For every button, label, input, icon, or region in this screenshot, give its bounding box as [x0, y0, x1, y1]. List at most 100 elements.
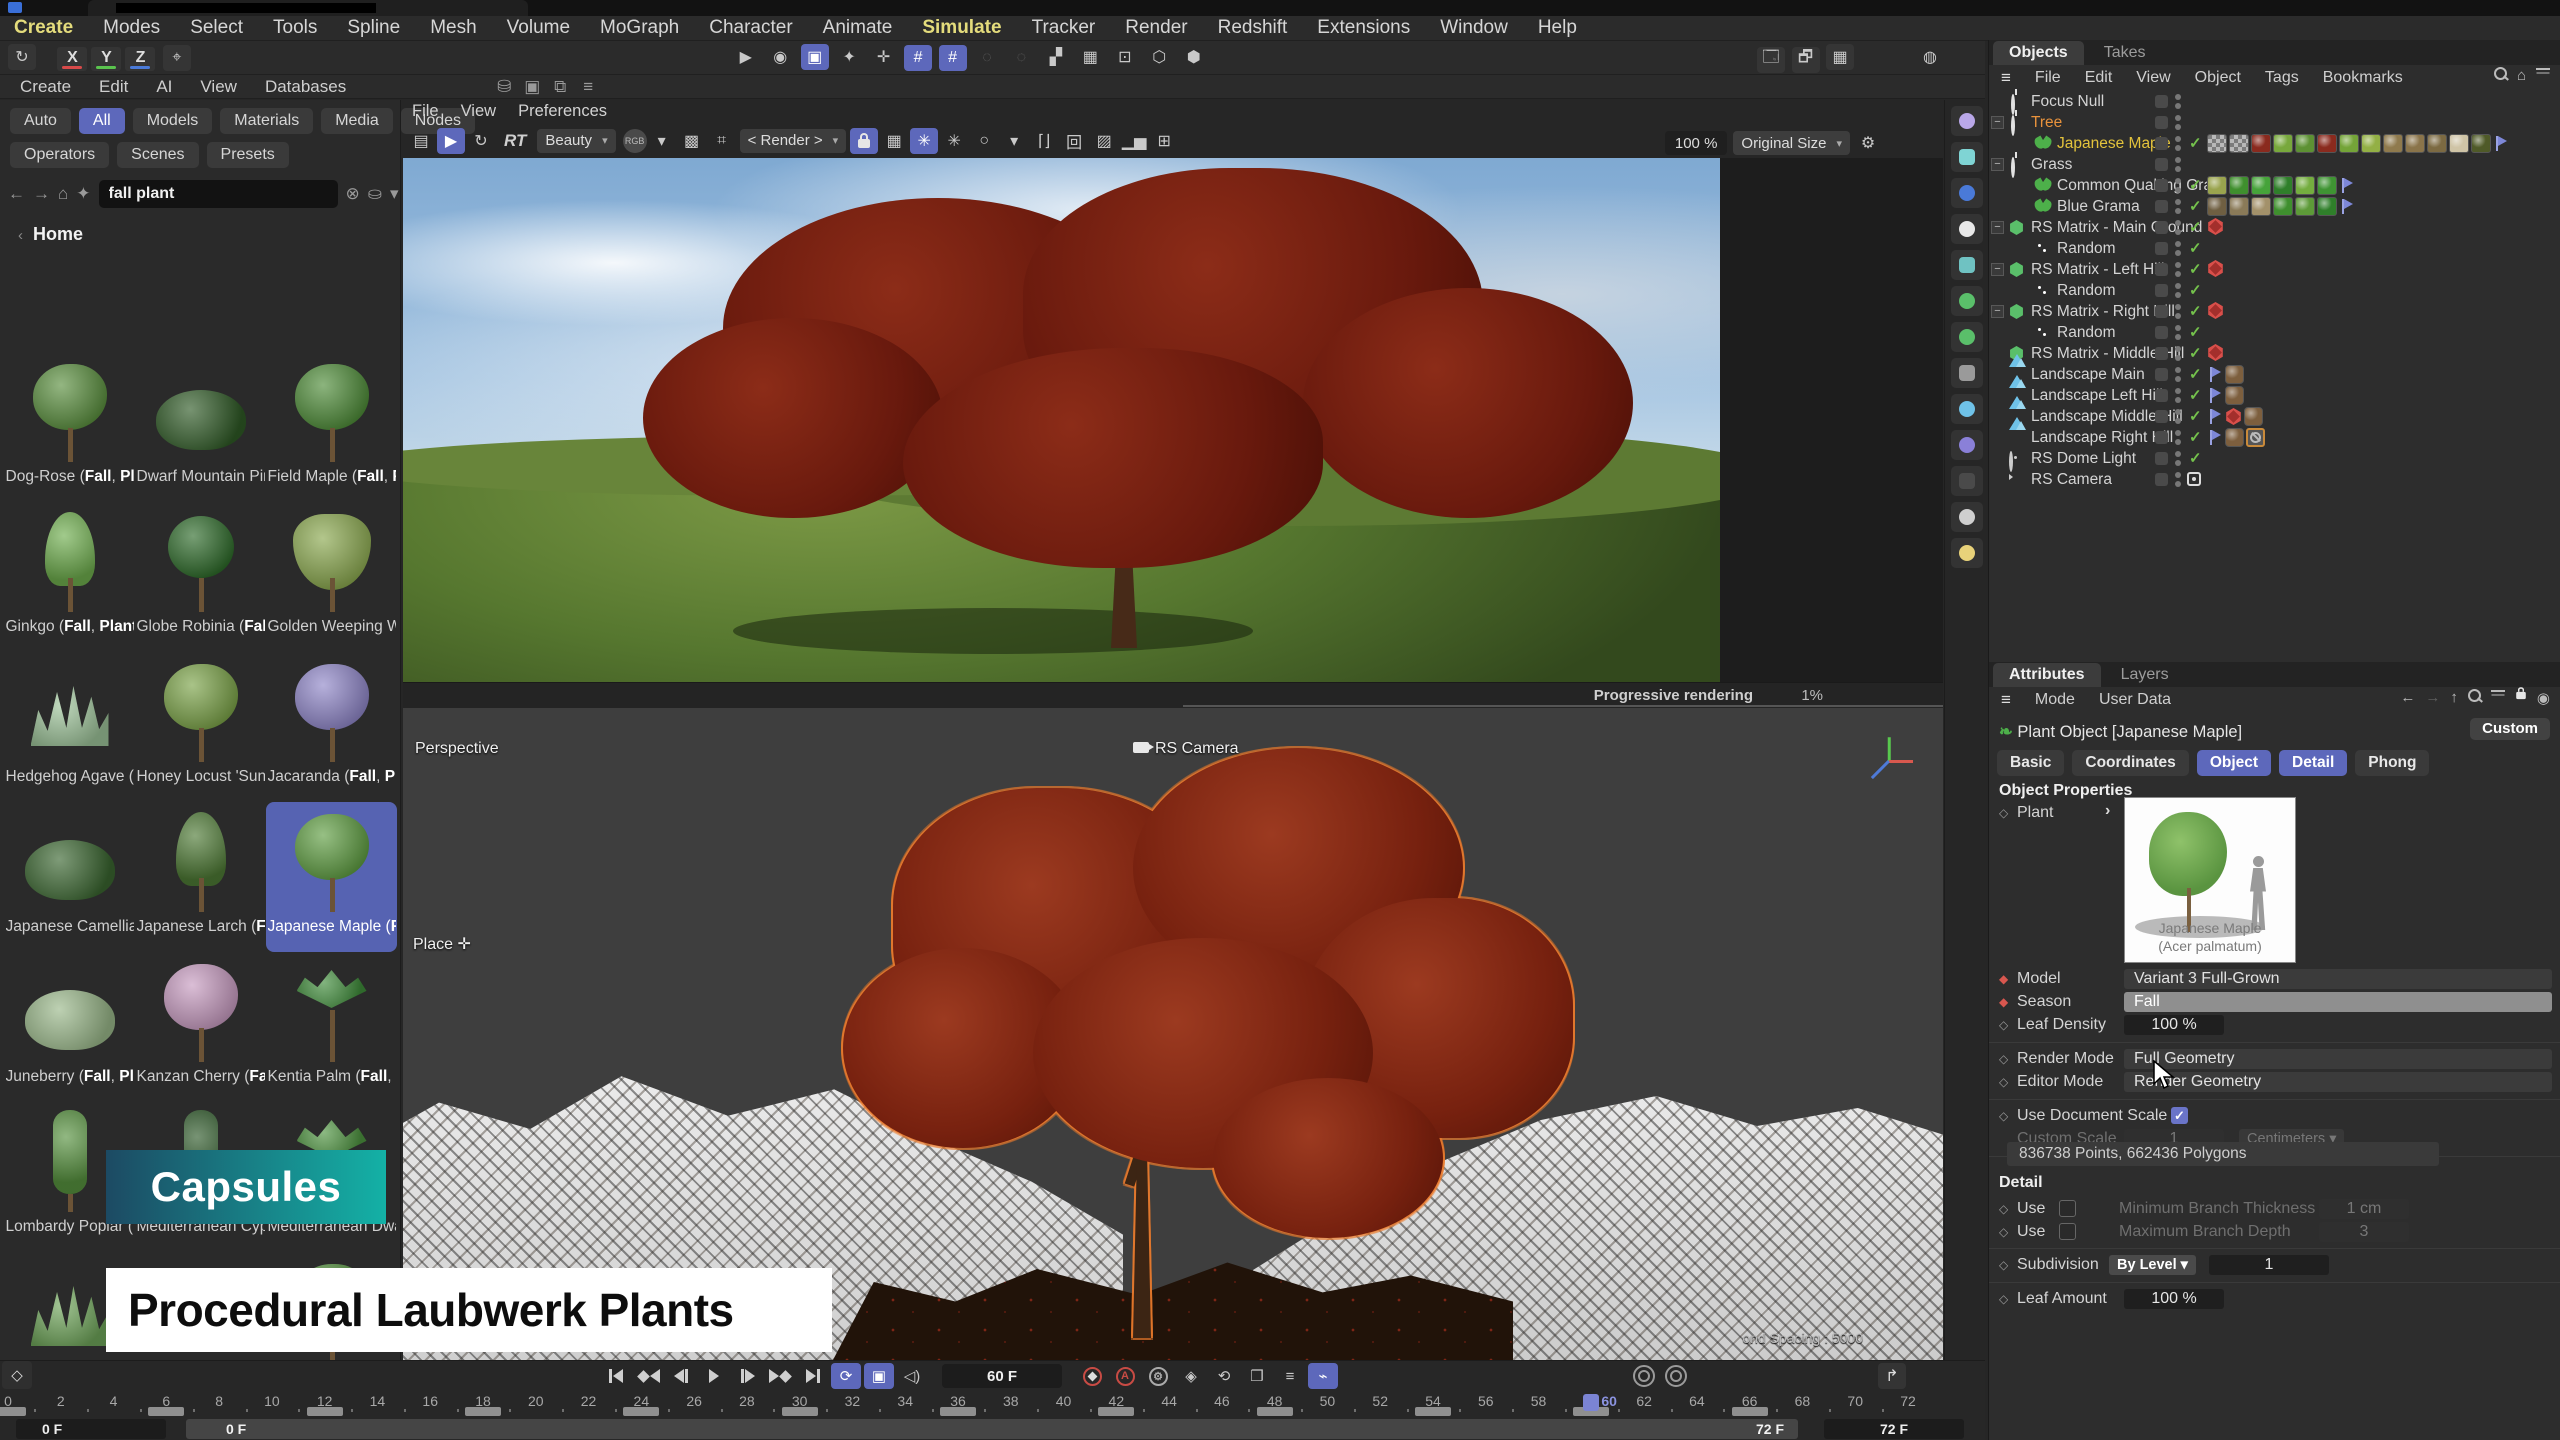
om-menu-view[interactable]: View — [2136, 69, 2170, 87]
goto-end-button[interactable] — [798, 1363, 828, 1389]
filter-scenes[interactable]: Scenes — [117, 142, 198, 168]
visibility-dots-icon[interactable] — [2175, 430, 2182, 446]
axis-x-button[interactable]: X — [57, 47, 87, 71]
editor-maple-tree-selected[interactable] — [833, 748, 1593, 1308]
prev-frame-button[interactable] — [666, 1363, 696, 1389]
add-frame-icon[interactable]: ⊞ — [1150, 128, 1178, 154]
workplane-icon[interactable]: ▦ — [1076, 44, 1104, 70]
enabled-check-icon[interactable]: ✓ — [2189, 322, 2202, 343]
enabled-check-icon[interactable]: ✓ — [2189, 448, 2202, 469]
param-keyed-icon[interactable]: ◆ — [1999, 991, 2008, 1013]
asset-card-ginkgo[interactable]: Ginkgo (Fall, Plant) — [4, 502, 135, 652]
asset-card-dwarf-mountain-pine[interactable]: Dwarf Mountain Pine (... — [135, 352, 266, 502]
rv-menu-preferences[interactable]: Preferences — [518, 102, 607, 121]
search-input[interactable] — [99, 180, 338, 208]
grid-icon[interactable]: ▦ — [880, 128, 908, 154]
menu-window[interactable]: Window — [1440, 17, 1508, 39]
material-swatch[interactable] — [2295, 197, 2315, 216]
object-row-rs-camera[interactable]: RS Camera — [1989, 469, 2560, 490]
material-tool-icon[interactable] — [1951, 466, 1983, 496]
rv-menu-view[interactable]: View — [461, 102, 496, 121]
render-settings-icon[interactable]: ◉ — [766, 44, 794, 70]
param-diamond-icon[interactable]: ◇ — [1999, 1105, 2008, 1127]
object-row-landscape-main[interactable]: Landscape Main✓ — [1989, 364, 2560, 385]
panel-icon[interactable]: ▣ — [522, 77, 542, 97]
material-swatch[interactable] — [2207, 134, 2227, 153]
model-dropdown[interactable]: Variant 3 Full-Grown — [2124, 969, 2552, 989]
menu-create[interactable]: Create — [14, 17, 73, 39]
expander-icon[interactable]: − — [1991, 263, 2004, 276]
key-parameter-button[interactable]: ≡ — [1275, 1363, 1305, 1389]
edit-toggle-icon[interactable] — [2155, 473, 2168, 486]
menu-redshift[interactable]: Redshift — [1218, 17, 1288, 39]
om-menu-bookmarks[interactable]: Bookmarks — [2323, 69, 2403, 87]
simulation-tool-icon[interactable] — [1951, 322, 1983, 352]
ab-menu-ai[interactable]: AI — [156, 77, 172, 97]
loop-playback-button[interactable]: ⟳ — [831, 1363, 861, 1389]
material-swatch[interactable] — [2225, 386, 2244, 405]
use-document-scale-checkbox[interactable]: ✓ — [2171, 1107, 2188, 1124]
menu-extensions[interactable]: Extensions — [1317, 17, 1410, 39]
visibility-dots-icon[interactable] — [2175, 304, 2182, 320]
goto-start-button[interactable] — [600, 1363, 630, 1389]
play-render-icon[interactable]: ▶ — [437, 128, 465, 154]
edit-toggle-icon[interactable] — [2155, 452, 2168, 465]
asset-icon[interactable]: ⬢ — [1180, 44, 1208, 70]
edit-toggle-icon[interactable] — [2155, 137, 2168, 150]
frame-tool-icon[interactable] — [1951, 142, 1983, 172]
histogram-icon[interactable]: ▁▅ — [1120, 128, 1148, 154]
menu-mesh[interactable]: Mesh — [430, 17, 476, 39]
redshift-tag-icon[interactable] — [2207, 344, 2224, 361]
filter-all[interactable]: All — [79, 108, 125, 134]
ab-menu-view[interactable]: View — [200, 77, 237, 97]
search-icon[interactable] — [2468, 689, 2481, 702]
ab-menu-create[interactable]: Create — [20, 77, 71, 97]
edit-toggle-icon[interactable] — [2155, 284, 2168, 297]
asset-card-kanzan-cherry[interactable]: Kanzan Cherry (Fall, Pl... — [135, 952, 266, 1102]
material-swatch[interactable] — [2405, 134, 2425, 153]
disabled-tag-icon[interactable] — [2246, 428, 2265, 447]
menu-burger-icon[interactable]: ≡ — [578, 77, 598, 97]
param-diamond-icon[interactable]: ◇ — [1999, 1048, 2008, 1070]
editor-mode-dropdown[interactable]: Render Geometry — [2124, 1072, 2552, 1092]
om-menu-tags[interactable]: Tags — [2265, 69, 2299, 87]
camera-label[interactable]: RS Camera — [1133, 740, 1239, 758]
transform-tool-icon[interactable] — [1951, 106, 1983, 136]
lock-icon[interactable] — [850, 128, 878, 154]
edit-toggle-icon[interactable] — [2155, 158, 2168, 171]
ab-menu-databases[interactable]: Databases — [265, 77, 346, 97]
object-row-common-quaking-grass[interactable]: Common Quaking Grass✓ — [1989, 175, 2560, 196]
object-row-blue-grama[interactable]: Blue Grama✓ — [1989, 196, 2560, 217]
edit-toggle-icon[interactable] — [2155, 389, 2168, 402]
chevron-down-icon[interactable]: ▾ — [390, 184, 399, 204]
playhead[interactable] — [1583, 1394, 1599, 1411]
track-curves-icon[interactable]: ↱ — [1878, 1363, 1906, 1389]
layout-monitor-1-icon[interactable]: 🗔 — [1757, 47, 1785, 73]
range-track[interactable]: 0 F 72 F — [186, 1419, 1798, 1439]
material-swatch[interactable] — [2273, 134, 2293, 153]
object-row-grass[interactable]: −Grass — [1989, 154, 2560, 175]
cube-primitive-tool-icon[interactable] — [1951, 178, 1983, 208]
cloner-tool-icon[interactable] — [1951, 286, 1983, 316]
object-row-random[interactable]: Random✓ — [1989, 238, 2560, 259]
axis-z-button[interactable]: Z — [125, 47, 155, 71]
prev-key-button[interactable] — [633, 1363, 663, 1389]
redshift-tag-icon[interactable] — [2225, 408, 2242, 425]
object-row-landscape-left-hill[interactable]: Landscape Left Hill✓ — [1989, 385, 2560, 406]
material-swatch[interactable] — [2244, 407, 2263, 426]
edit-toggle-icon[interactable] — [2155, 263, 2168, 276]
expander-icon[interactable]: − — [1991, 158, 2004, 171]
visibility-dots-icon[interactable] — [2175, 178, 2182, 194]
object-row-landscape-middle-hill[interactable]: Landscape Middle Hill✓ — [1989, 406, 2560, 427]
parent-icon[interactable]: ↑ — [2450, 689, 2458, 707]
sphere-primitive-tool-icon[interactable] — [1951, 250, 1983, 280]
rv-menu-file[interactable]: File — [412, 102, 439, 121]
visibility-dots-icon[interactable] — [2175, 409, 2182, 425]
menu-burger-icon[interactable]: ≡ — [2001, 68, 2011, 88]
edit-toggle-icon[interactable] — [2155, 326, 2168, 339]
annotation-flag-icon[interactable] — [2207, 408, 2223, 426]
edit-toggle-icon[interactable] — [2155, 200, 2168, 213]
expander-icon[interactable]: − — [1991, 221, 2004, 234]
annotation-flag-icon[interactable] — [2207, 366, 2223, 384]
range-end-field[interactable]: 72 F — [1824, 1419, 1964, 1439]
